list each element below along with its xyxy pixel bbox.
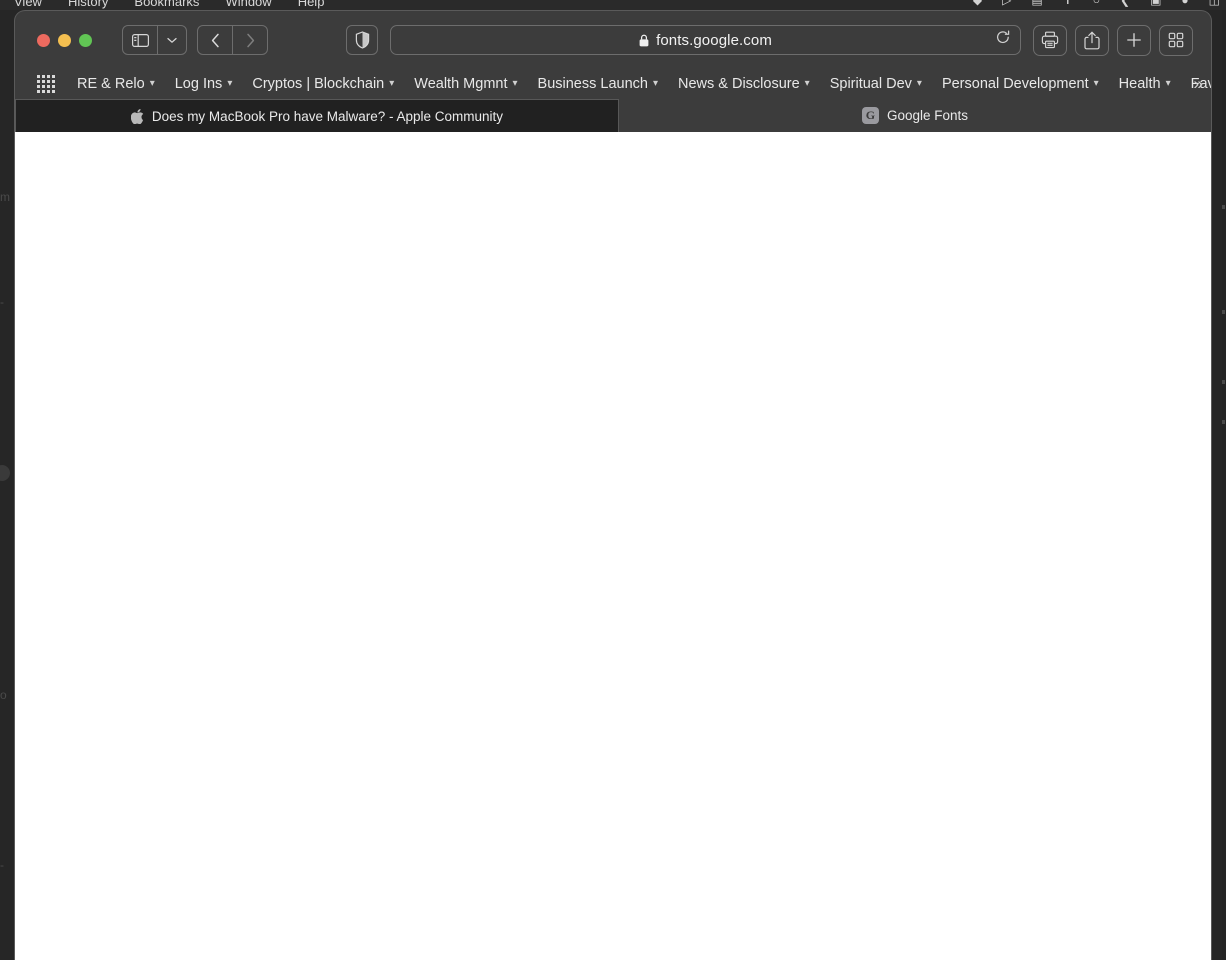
address-bar[interactable]: fonts.google.com (390, 25, 1021, 55)
chevron-down-icon: ▾ (1165, 78, 1171, 89)
bookmark-label: News & Disclosure (678, 76, 800, 92)
bookmark-label: Cryptos | Blockchain (252, 76, 385, 92)
browser-toolbar: fonts.google.com (15, 11, 1211, 69)
google-fonts-favicon: G (861, 107, 879, 124)
battery-icon[interactable]: ▤ (1031, 0, 1042, 7)
background-text-fragment: o (0, 688, 7, 702)
bookmark-folder-news-disclosure[interactable]: News & Disclosure ▾ (668, 74, 820, 94)
background-circle-artifact (0, 465, 10, 481)
zoom-button[interactable] (79, 33, 92, 47)
clock-icon[interactable]: ○ (1093, 0, 1100, 7)
bookmark-folder-wealth-mgmnt[interactable]: Wealth Mgmnt ▾ (404, 74, 527, 94)
background-text-fragment: m (0, 190, 10, 204)
edge-mark (1222, 380, 1225, 384)
menu-item-window[interactable]: Window (225, 0, 271, 9)
background-text-fragment: - (0, 295, 4, 309)
printer-icon[interactable] (1033, 24, 1067, 56)
bookmark-folder-health[interactable]: Health ▾ (1109, 74, 1181, 94)
close-button[interactable] (37, 33, 50, 47)
edge-mark (1222, 420, 1225, 424)
forward-chevron-icon (232, 25, 268, 55)
chevron-down-icon: ▾ (389, 78, 395, 89)
favicon-letter: G (861, 107, 879, 124)
toolbar-right-buttons (1033, 24, 1193, 56)
chevron-down-icon[interactable] (157, 25, 187, 55)
menu-item-view[interactable]: View (14, 0, 42, 9)
bookmark-label: Wealth Mgmnt (414, 76, 508, 92)
bookmark-folder-cryptos-blockchain[interactable]: Cryptos | Blockchain ▾ (242, 74, 404, 94)
chevron-down-icon: ▾ (652, 78, 658, 89)
menu-item-bookmarks[interactable]: Bookmarks (134, 0, 199, 9)
bookmarks-bar: RE & Relo ▾ Log Ins ▾ Cryptos | Blockcha… (15, 69, 1211, 99)
bookmark-folder-log-ins[interactable]: Log Ins ▾ (165, 74, 243, 94)
bookmark-folder-business-launch[interactable]: Business Launch ▾ (528, 74, 668, 94)
apps-grid-icon[interactable] (37, 75, 55, 93)
sidebar-control-group (122, 25, 187, 55)
reload-icon[interactable] (996, 30, 1010, 50)
lock-icon (639, 34, 649, 46)
safari-browser-window: fonts.google.com RE & Relo ▾ Log Ins ▾ C… (14, 10, 1212, 960)
chevron-down-icon: ▾ (804, 78, 810, 89)
share-icon[interactable] (1075, 24, 1109, 56)
dropbox-icon[interactable]: ◆ (973, 0, 982, 7)
input-source-icon[interactable]: ▣ (1150, 0, 1161, 7)
window-traffic-lights (37, 33, 92, 47)
bookmark-folder-personal-development[interactable]: Personal Development ▾ (932, 74, 1109, 94)
wifi-icon[interactable]: ❮ (1120, 0, 1130, 7)
edge-mark (1222, 205, 1225, 209)
tab-strip: Does my MacBook Pro have Malware? - Appl… (15, 99, 1211, 132)
tab-google-fonts[interactable]: G Google Fonts (619, 99, 1211, 132)
menu-item-help[interactable]: Help (298, 0, 325, 9)
bookmark-label: RE & Relo (77, 76, 145, 92)
bookmark-label: Personal Development (941, 76, 1089, 92)
plus-icon[interactable] (1117, 24, 1151, 56)
page-content-area[interactable] (15, 132, 1211, 960)
bookmark-label: Spiritual Dev (829, 76, 912, 92)
control-center-icon[interactable]: ◫ (1209, 0, 1220, 7)
sidebar-icon[interactable] (122, 25, 158, 55)
address-bar-content: fonts.google.com (639, 32, 772, 49)
background-text-fragment: - (0, 858, 4, 872)
url-text: fonts.google.com (656, 31, 772, 49)
grid-icon[interactable] (1159, 24, 1193, 56)
chevron-down-icon: ▾ (512, 78, 518, 89)
minimize-button[interactable] (58, 33, 71, 47)
tab-apple-community[interactable]: Does my MacBook Pro have Malware? - Appl… (15, 99, 619, 132)
chevron-down-icon: ▾ (149, 78, 155, 89)
tab-label: Google Fonts (886, 108, 969, 123)
edge-mark (1222, 310, 1225, 314)
back-chevron-icon[interactable] (197, 25, 233, 55)
bookmark-label: Business Launch (537, 76, 648, 92)
bookmark-label: Health (1118, 76, 1161, 92)
apple-logo-icon (130, 108, 144, 124)
tab-label: Does my MacBook Pro have Malware? - Appl… (151, 108, 504, 124)
bluetooth-icon[interactable]: ✝ (1063, 0, 1073, 7)
chevron-down-icon: ▾ (916, 78, 922, 89)
menu-bar-items: View History Bookmarks Window Help (0, 0, 324, 10)
chevron-down-icon: ▾ (1093, 78, 1099, 89)
background-right-edge (1222, 10, 1226, 960)
menu-bar-status-icons: ◆ ▷ ▤ ✝ ○ ❮ ▣ ● ◫ (973, 0, 1220, 10)
bookmark-folder-spiritual-dev[interactable]: Spiritual Dev ▾ (820, 74, 932, 94)
vpn-icon[interactable]: ▷ (1002, 0, 1011, 7)
shield-icon[interactable] (346, 25, 378, 55)
bookmark-label: Log Ins (174, 76, 223, 92)
macos-menu-bar: View History Bookmarks Window Help ◆ ▷ ▤… (0, 0, 1226, 10)
siri-icon[interactable]: ● (1181, 0, 1188, 7)
bookmarks-overflow-icon[interactable]: » (1194, 74, 1204, 94)
navigation-button-group (197, 25, 268, 55)
bookmark-folder-re-relo[interactable]: RE & Relo ▾ (67, 74, 165, 94)
chevron-down-icon: ▾ (227, 78, 233, 89)
menu-item-history[interactable]: History (68, 0, 108, 9)
